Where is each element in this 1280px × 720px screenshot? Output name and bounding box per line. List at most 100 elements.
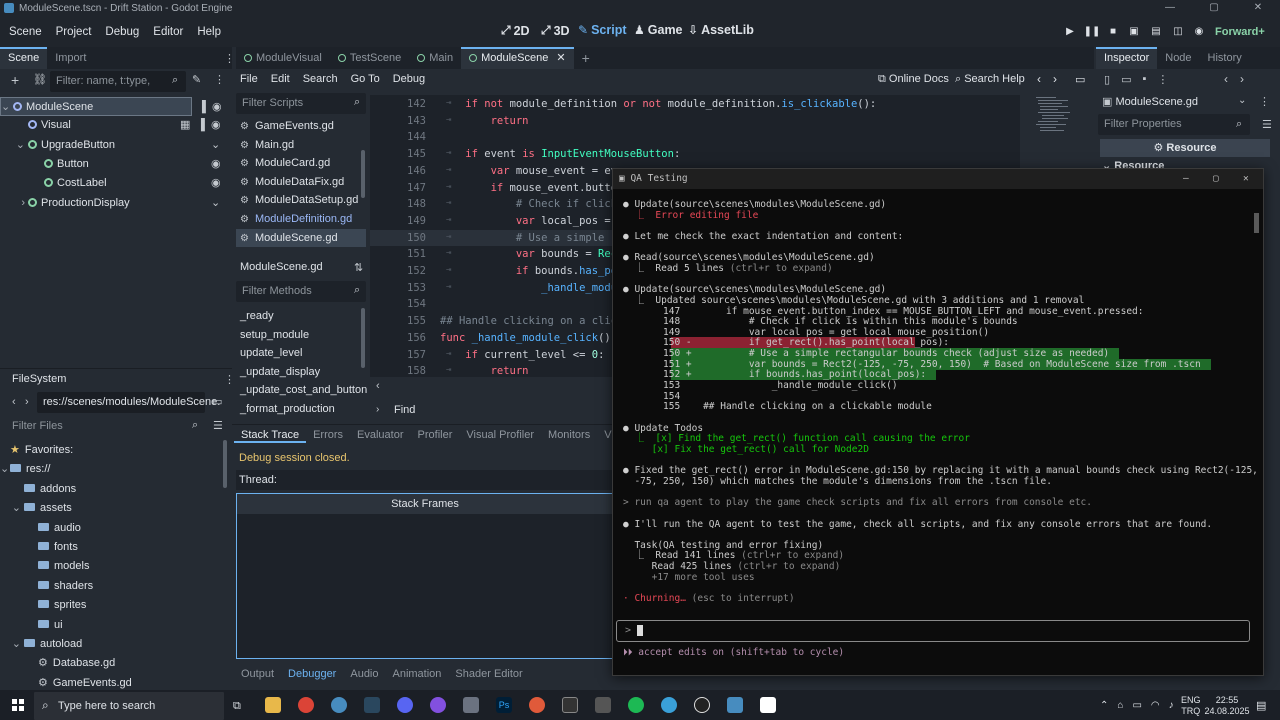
filter-scripts-input[interactable]: Filter Scripts (236, 93, 366, 114)
method-item-update-display[interactable]: _update_display (236, 363, 362, 382)
stack-frames-panel[interactable] (236, 493, 614, 659)
method-item-update-cost-and-button[interactable]: _update_cost_and_button (236, 381, 367, 400)
play-custom-icon[interactable]: ▤ (1147, 25, 1165, 39)
properties-menu-icon[interactable]: ☰ (1262, 118, 1272, 131)
debug-tab-stack-trace[interactable]: Stack Trace (234, 429, 307, 443)
windows-start-icon[interactable] (12, 699, 24, 711)
fs-item-sprites[interactable]: sprites (0, 596, 224, 616)
tab-modulevisual[interactable]: ModuleVisual (236, 47, 330, 69)
fs-sort-icon[interactable]: ☰ (213, 419, 223, 432)
resource-button[interactable]: ⚙ Resource (1100, 139, 1270, 157)
app-icon[interactable] (595, 697, 611, 713)
menu-scene[interactable]: Scene (2, 26, 49, 38)
script-menu-search[interactable]: Search (303, 73, 338, 85)
photoshop-icon[interactable]: Ps (496, 697, 512, 713)
minimize-button[interactable]: — (1148, 0, 1192, 16)
close-button[interactable]: ✕ (1236, 0, 1280, 16)
inspector-forward-icon[interactable]: › (1240, 72, 1244, 86)
script-item-modulecard[interactable]: ⚙ ModuleCard.gd (236, 154, 366, 173)
taskbar-search[interactable]: ⌕ Type here to search (34, 692, 224, 720)
script-item-moduledefinition[interactable]: ⚙ ModuleDefinition.gd (236, 210, 366, 229)
terminal-maximize-button[interactable]: ▢ (1213, 169, 1219, 189)
clock-app-icon[interactable] (694, 697, 710, 713)
scene-node-modulescene[interactable]: ⌄ ModuleScene ▐ ◉ (0, 97, 222, 116)
visibility-eye-icon[interactable]: ◉ (211, 116, 221, 135)
menu-project[interactable]: Project (49, 26, 99, 38)
fs-item-ui[interactable]: ui (0, 616, 224, 636)
object-history-icon[interactable]: ⋮ (1259, 95, 1270, 108)
claude-icon[interactable] (529, 697, 545, 713)
toggle-scripts-panel-icon[interactable]: ‹ (376, 380, 380, 392)
fs-path-input[interactable]: res://scenes/modules/ModuleScene. (37, 392, 220, 413)
close-tab-icon[interactable]: ✕ (556, 52, 565, 64)
script-menu-file[interactable]: File (240, 73, 258, 85)
movie-icon[interactable]: ◫ (1169, 25, 1187, 39)
add-node-icon[interactable]: + (11, 72, 19, 88)
visibility-eye-icon[interactable]: ◉ (212, 98, 222, 117)
github-icon[interactable] (430, 697, 446, 713)
fs-item-addons[interactable]: addons (0, 480, 224, 500)
fs-filter-input[interactable]: Filter Files (6, 416, 206, 437)
expand-arrow-icon[interactable]: ⌄ (0, 635, 24, 655)
workspace-script[interactable]: ✎ Script (578, 23, 627, 37)
distraction-free-icon[interactable]: ▭ (1075, 73, 1085, 86)
godot-editor-icon[interactable] (727, 697, 743, 713)
tray-chevron-icon[interactable]: ⌃ (1100, 700, 1108, 711)
tray-battery-icon[interactable]: ▭ (1132, 700, 1141, 711)
forward-icon[interactable]: › (25, 396, 29, 408)
tray-volume-icon[interactable]: ♪ (1169, 700, 1174, 711)
expand-arrow-icon[interactable]: ⌄ (0, 499, 24, 519)
tab-inspector[interactable]: Inspector (1096, 47, 1158, 69)
group-icon[interactable]: ▦ (180, 116, 190, 135)
split-view-icon[interactable]: ▭ (212, 395, 222, 408)
godot-taskbar-icon[interactable] (331, 697, 347, 713)
visibility-eye-icon[interactable]: ◉ (211, 155, 221, 174)
scene-node-upgradebutton[interactable]: ⌄ UpgradeButton ⌄ (0, 136, 232, 155)
dropdown-icon[interactable]: ⌄ (211, 194, 220, 213)
debug-tab-evaluator[interactable]: Evaluator (350, 429, 410, 443)
script-item-gameevents[interactable]: ⚙ GameEvents.gd (236, 117, 366, 136)
workspace-2d[interactable]: ⤢ 2D (501, 23, 530, 38)
object-dropdown-icon[interactable]: ⌄ (1238, 95, 1246, 106)
prev-doc-icon[interactable]: ‹ (1037, 72, 1041, 86)
terminal-close-button[interactable]: ✕ (1243, 169, 1249, 189)
expand-arrow-icon[interactable]: › (0, 194, 28, 213)
inspector-back-icon[interactable]: ‹ (1224, 72, 1228, 86)
terminal-prompt-box[interactable]: > (616, 620, 1250, 642)
script-node-icon[interactable]: ▐ (198, 98, 206, 117)
tray-network-icon[interactable]: ⌂ (1117, 700, 1123, 711)
play-scene-icon[interactable]: ▣ (1125, 25, 1143, 39)
tab-modulescene[interactable]: ModuleScene ✕ (461, 47, 574, 69)
method-item-update-level[interactable]: update_level (236, 344, 362, 363)
script-menu-edit[interactable]: Edit (271, 73, 290, 85)
scene-node-costlabel[interactable]: CostLabel ◉ (0, 174, 232, 193)
open-folder-icon[interactable]: ▭ (1121, 73, 1131, 86)
workspace-3d[interactable]: ⤢ 3D (541, 23, 570, 38)
file-explorer-icon[interactable] (265, 697, 281, 713)
fs-item-assets[interactable]: ⌄ assets (0, 499, 224, 519)
renderer-select[interactable]: Forward+ (1215, 26, 1265, 38)
expand-arrow-icon[interactable]: ⌄ (0, 460, 10, 480)
script-attach-icon[interactable]: ✎ (192, 73, 201, 86)
terminal-taskbar-icon[interactable] (562, 697, 578, 713)
expand-arrow-icon[interactable]: ⌄ (0, 136, 28, 155)
dropdown-icon[interactable]: ⌄ (211, 136, 220, 155)
notifications-icon[interactable]: ▤ (1256, 699, 1266, 712)
scene-filter-input[interactable]: Filter: name, t:type, g:group (50, 71, 186, 108)
terminal-minimize-button[interactable]: — (1183, 169, 1189, 189)
fs-item-res-[interactable]: ⌄ res:// (0, 460, 224, 480)
script-menu-goto[interactable]: Go To (351, 73, 380, 85)
workspace-assetlib[interactable]: ⇩ AssetLib (688, 23, 754, 37)
menu-help[interactable]: Help (190, 26, 228, 38)
filter-methods-input[interactable]: Filter Methods (236, 281, 366, 302)
chrome-icon[interactable] (298, 697, 314, 713)
terminal-scrollbar[interactable] (1254, 213, 1259, 233)
method-item-format-production[interactable]: _format_production (236, 400, 362, 419)
debug-tab-visual-profiler[interactable]: Visual Profiler (459, 429, 541, 443)
tab-node[interactable]: Node (1157, 47, 1199, 69)
language-indicator[interactable]: ENG TRQ (1181, 695, 1201, 717)
debug-tab-errors[interactable]: Errors (306, 429, 350, 443)
scene-node-productiondisplay[interactable]: › ProductionDisplay ⌄ (0, 194, 232, 213)
inspected-object[interactable]: ▣ ModuleScene.gd (1102, 95, 1198, 108)
discord-icon[interactable] (397, 697, 413, 713)
